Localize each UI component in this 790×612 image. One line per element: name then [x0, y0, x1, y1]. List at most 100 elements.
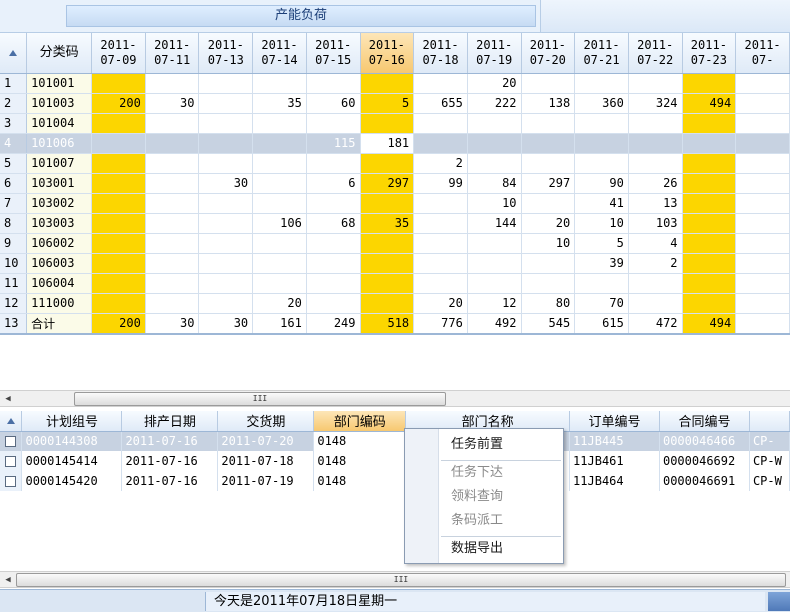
load-value-cell[interactable]: [413, 73, 468, 94]
row-checkbox-cell[interactable]: [0, 451, 23, 471]
load-value-cell[interactable]: 99: [413, 173, 468, 194]
load-value-cell[interactable]: [145, 193, 200, 214]
table-row[interactable]: 7 103002 10 41 13: [0, 193, 790, 214]
load-value-cell[interactable]: [91, 253, 146, 274]
row-number[interactable]: 2: [0, 93, 28, 114]
load-value-cell[interactable]: [145, 253, 200, 274]
task-cell[interactable]: 2011-07-16: [121, 471, 219, 491]
category-code-cell[interactable]: 101007: [26, 153, 93, 174]
load-value-cell[interactable]: [467, 153, 522, 174]
load-value-cell[interactable]: 41: [574, 193, 629, 214]
load-value-cell[interactable]: [198, 293, 254, 314]
load-value-cell[interactable]: [198, 113, 254, 134]
load-value-cell[interactable]: 84: [467, 173, 522, 194]
load-value-cell[interactable]: [574, 273, 629, 294]
load-value-cell[interactable]: [628, 153, 683, 174]
load-value-cell[interactable]: [735, 213, 790, 234]
task-cell[interactable]: 2011-07-16: [121, 431, 219, 451]
load-value-cell[interactable]: [521, 193, 576, 214]
load-value-cell[interactable]: [413, 233, 468, 254]
load-value-cell[interactable]: 20: [521, 213, 576, 234]
load-value-cell[interactable]: [145, 153, 200, 174]
scroll-left-icon[interactable]: ◀: [2, 392, 14, 406]
task-cell[interactable]: 11JB445: [569, 431, 660, 451]
row-checkbox[interactable]: [5, 476, 17, 487]
task-cell[interactable]: 2011-07-18: [217, 451, 315, 471]
table-row[interactable]: 1 101001 20: [0, 73, 790, 94]
load-value-cell[interactable]: [145, 213, 200, 234]
table-row[interactable]: 0000145420 2011-07-16 2011-07-19 0148 11JB46…: [0, 471, 790, 491]
row-checkbox[interactable]: [5, 436, 17, 448]
load-value-cell[interactable]: [198, 93, 254, 114]
column-header-date[interactable]: 2011- 07-: [735, 33, 790, 74]
load-value-cell[interactable]: [360, 293, 415, 314]
task-cell[interactable]: 0000145414: [21, 451, 123, 471]
load-value-cell[interactable]: 138: [521, 93, 576, 114]
load-value-cell[interactable]: [628, 73, 683, 94]
load-value-cell[interactable]: [360, 273, 415, 294]
load-value-cell[interactable]: 26: [628, 173, 683, 194]
load-value-cell[interactable]: [252, 193, 307, 214]
load-value-cell[interactable]: [91, 213, 146, 234]
load-value-cell[interactable]: [145, 273, 200, 294]
load-value-cell[interactable]: [145, 233, 200, 254]
load-value-cell[interactable]: [306, 273, 361, 294]
row-number[interactable]: 8: [0, 213, 28, 234]
load-value-cell[interactable]: [91, 293, 146, 314]
row-number[interactable]: 13: [0, 313, 28, 334]
category-code-cell[interactable]: 101004: [26, 113, 93, 134]
table-row[interactable]: 9 106002 10 5 4: [0, 233, 790, 254]
load-value-cell[interactable]: 161: [252, 313, 307, 334]
load-value-cell[interactable]: [682, 233, 737, 254]
load-value-cell[interactable]: [628, 293, 683, 314]
load-value-cell[interactable]: 70: [574, 293, 629, 314]
column-header[interactable]: 合同编号: [659, 411, 750, 432]
load-value-cell[interactable]: 494: [682, 93, 737, 114]
scroll-thumb[interactable]: III: [74, 392, 446, 406]
column-header-date[interactable]: 2011- 07-21: [574, 33, 629, 74]
load-value-cell[interactable]: [360, 233, 415, 254]
load-value-cell[interactable]: [198, 133, 254, 154]
load-value-cell[interactable]: [198, 233, 254, 254]
load-value-cell[interactable]: [306, 253, 361, 274]
load-value-cell[interactable]: [628, 113, 683, 134]
row-number[interactable]: 10: [0, 253, 28, 274]
load-value-cell[interactable]: [628, 133, 683, 154]
load-value-cell[interactable]: 30: [145, 93, 200, 114]
category-code-cell[interactable]: 合计: [26, 313, 93, 334]
row-checkbox-cell[interactable]: [0, 471, 23, 491]
load-value-cell[interactable]: 10: [521, 233, 576, 254]
column-header-date[interactable]: 2011- 07-09: [91, 33, 146, 74]
category-code-cell[interactable]: 103001: [26, 173, 93, 194]
load-value-cell[interactable]: 144: [467, 213, 522, 234]
task-cell[interactable]: 11JB461: [569, 451, 660, 471]
menu-item-barcode-dispatch[interactable]: 条码派工: [451, 509, 503, 533]
category-code-cell[interactable]: 101003: [26, 93, 93, 114]
load-value-cell[interactable]: [252, 253, 307, 274]
row-number[interactable]: 1: [0, 73, 28, 94]
load-value-cell[interactable]: [682, 173, 737, 194]
load-value-cell[interactable]: [306, 113, 361, 134]
column-header-date[interactable]: 2011- 07-20: [521, 33, 576, 74]
load-value-cell[interactable]: [682, 113, 737, 134]
load-value-cell[interactable]: 35: [252, 93, 307, 114]
load-value-cell[interactable]: 20: [252, 293, 307, 314]
load-value-cell[interactable]: 297: [360, 173, 415, 194]
load-value-cell[interactable]: 518: [360, 313, 415, 334]
load-value-cell[interactable]: [413, 253, 468, 274]
load-value-cell[interactable]: [574, 133, 629, 154]
load-value-cell[interactable]: [521, 133, 576, 154]
load-value-cell[interactable]: 494: [682, 313, 737, 334]
load-value-cell[interactable]: 200: [91, 313, 146, 334]
load-value-cell[interactable]: 30: [198, 173, 254, 194]
load-value-cell[interactable]: [682, 273, 737, 294]
load-value-cell[interactable]: [735, 153, 790, 174]
load-value-cell[interactable]: 30: [145, 313, 200, 334]
load-value-cell[interactable]: 68: [306, 213, 361, 234]
scroll-thumb[interactable]: III: [16, 573, 786, 587]
load-value-cell[interactable]: [360, 73, 415, 94]
task-cell[interactable]: CP-W: [749, 451, 790, 471]
load-value-cell[interactable]: 6: [306, 173, 361, 194]
row-number[interactable]: 5: [0, 153, 28, 174]
load-value-cell[interactable]: [521, 153, 576, 174]
